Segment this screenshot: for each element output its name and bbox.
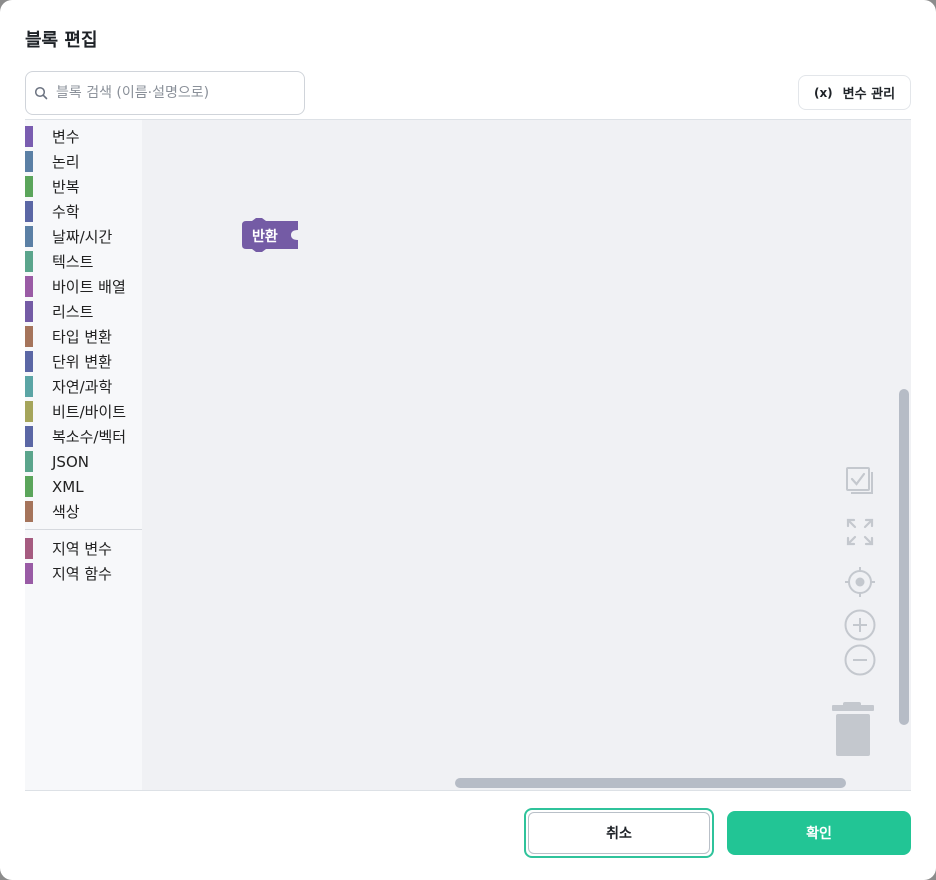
- category-item[interactable]: JSON: [25, 449, 142, 474]
- manage-variables-label: 변수 관리: [842, 87, 896, 102]
- category-label: 자연/과학: [52, 378, 113, 396]
- category-label: XML: [52, 477, 84, 496]
- category-label: 논리: [52, 153, 80, 171]
- category-color-swatch: [25, 401, 33, 422]
- category-label: 수학: [52, 203, 80, 221]
- category-item[interactable]: 비트/바이트: [25, 399, 142, 424]
- category-label: 지역 변수: [52, 540, 112, 558]
- category-label: 텍스트: [52, 253, 94, 271]
- category-item[interactable]: 리스트: [25, 299, 142, 324]
- category-item[interactable]: 날짜/시간: [25, 224, 142, 249]
- category-color-swatch: [25, 501, 33, 522]
- local-category-list: 지역 변수지역 함수: [25, 536, 142, 586]
- category-label: 비트/바이트: [52, 403, 127, 421]
- category-color-swatch: [25, 251, 33, 272]
- category-color-swatch: [25, 476, 33, 497]
- category-item[interactable]: 타입 변환: [25, 324, 142, 349]
- category-color-swatch: [25, 426, 33, 447]
- category-list: 변수논리반복수학날짜/시간텍스트바이트 배열리스트타입 변환단위 변환자연/과학…: [25, 124, 142, 524]
- category-label: 지역 함수: [52, 565, 112, 583]
- confirm-button[interactable]: 확인: [727, 811, 911, 855]
- return-block[interactable]: 반환: [242, 218, 298, 254]
- category-item[interactable]: 색상: [25, 499, 142, 524]
- category-label: 바이트 배열: [52, 278, 126, 296]
- category-color-swatch: [25, 376, 33, 397]
- vertical-scrollbar[interactable]: [899, 389, 909, 725]
- category-label: 리스트: [52, 303, 94, 321]
- block-editor: 변수논리반복수학날짜/시간텍스트바이트 배열리스트타입 변환단위 변환자연/과학…: [25, 119, 911, 791]
- block-edit-dialog: 블록 편집 (x) 변수 관리 변수논리반복수학날짜/시간텍스트바이트 배열리스…: [0, 0, 936, 880]
- category-label: 복소수/벡터: [52, 428, 127, 446]
- dialog-title: 블록 편집: [25, 30, 98, 51]
- return-block-label: 반환: [252, 229, 278, 245]
- category-label: 변수: [52, 128, 80, 146]
- category-label: 색상: [52, 503, 80, 521]
- category-item[interactable]: 텍스트: [25, 249, 142, 274]
- category-item[interactable]: XML: [25, 474, 142, 499]
- category-color-swatch: [25, 126, 33, 147]
- category-label: 단위 변환: [52, 353, 112, 371]
- select-all-icon[interactable]: [844, 465, 876, 497]
- category-color-swatch: [25, 201, 33, 222]
- category-color-swatch: [25, 151, 33, 172]
- category-item[interactable]: 지역 변수: [25, 536, 142, 561]
- category-label: JSON: [52, 452, 89, 471]
- category-color-swatch: [25, 563, 33, 584]
- category-item[interactable]: 지역 함수: [25, 561, 142, 586]
- search-input[interactable]: [56, 85, 286, 101]
- category-label: 타입 변환: [52, 328, 112, 346]
- category-color-swatch: [25, 538, 33, 559]
- fullscreen-icon[interactable]: [845, 517, 875, 547]
- category-item[interactable]: 수학: [25, 199, 142, 224]
- category-item[interactable]: 자연/과학: [25, 374, 142, 399]
- category-item[interactable]: 바이트 배열: [25, 274, 142, 299]
- cancel-button-label: 취소: [528, 812, 710, 854]
- category-label: 날짜/시간: [52, 228, 113, 246]
- category-color-swatch: [25, 301, 33, 322]
- zoom-in-icon[interactable]: [844, 609, 876, 641]
- category-color-swatch: [25, 351, 33, 372]
- category-item[interactable]: 변수: [25, 124, 142, 149]
- variable-icon: (x): [813, 85, 833, 100]
- recenter-icon[interactable]: [844, 566, 876, 598]
- category-color-swatch: [25, 326, 33, 347]
- search-icon: [34, 86, 48, 100]
- cancel-button[interactable]: 취소: [524, 808, 714, 858]
- category-label: 반복: [52, 178, 80, 196]
- category-color-swatch: [25, 226, 33, 247]
- horizontal-scrollbar[interactable]: [455, 778, 846, 788]
- category-item[interactable]: 복소수/벡터: [25, 424, 142, 449]
- block-search-box[interactable]: [25, 71, 305, 115]
- category-color-swatch: [25, 451, 33, 472]
- workspace[interactable]: 반환: [142, 120, 911, 790]
- category-item[interactable]: 논리: [25, 149, 142, 174]
- toolbox: 변수논리반복수학날짜/시간텍스트바이트 배열리스트타입 변환단위 변환자연/과학…: [25, 120, 142, 790]
- zoom-out-icon[interactable]: [844, 644, 876, 676]
- category-item[interactable]: 반복: [25, 174, 142, 199]
- manage-variables-button[interactable]: (x) 변수 관리: [798, 75, 911, 110]
- category-color-swatch: [25, 276, 33, 297]
- toolbox-divider: [25, 529, 142, 530]
- category-color-swatch: [25, 176, 33, 197]
- trash-icon[interactable]: [831, 700, 875, 758]
- category-item[interactable]: 단위 변환: [25, 349, 142, 374]
